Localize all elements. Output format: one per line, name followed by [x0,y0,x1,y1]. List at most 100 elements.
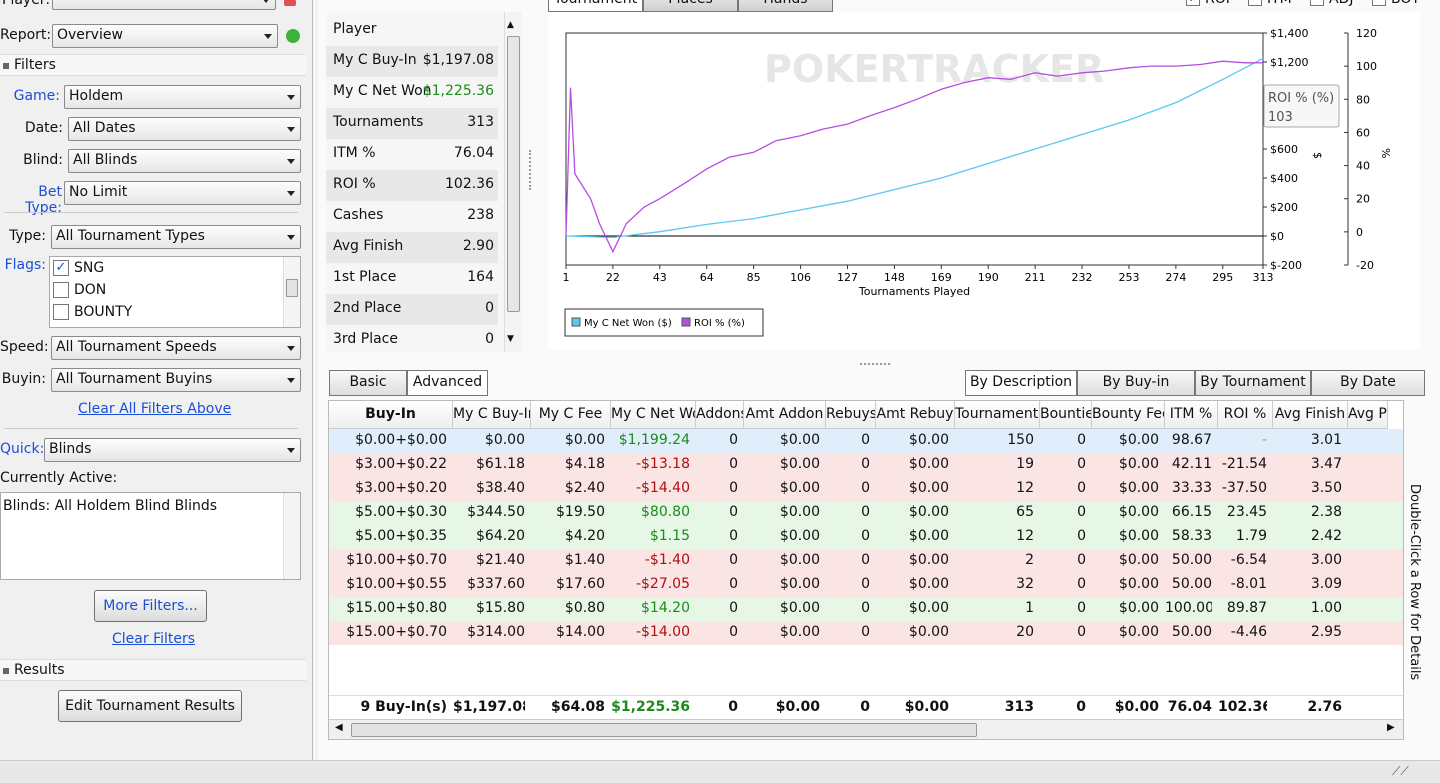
table-cell: 3.47 [1310,456,1342,472]
edit-results-button[interactable]: Edit Tournament Results [58,690,242,722]
column-header[interactable]: ITM % [1165,401,1218,429]
stats-scrollbar[interactable]: ▲ ▼ [504,12,522,352]
blind-dropdown[interactable]: All Blinds [68,149,301,173]
date-dropdown[interactable]: All Dates [68,117,301,141]
table-cell: $0.00+$0.00 [355,432,447,448]
divider [4,212,298,213]
scroll-thumb[interactable] [351,723,977,737]
chart-check-itm[interactable] [1248,0,1262,6]
report-ok-icon[interactable] [286,29,300,43]
by-tab-by-tournament[interactable]: By Tournament [1195,370,1311,396]
chart-check-bot[interactable] [1372,0,1386,6]
table-cell: 0 [1077,528,1086,544]
flag-sng-checkbox[interactable]: ✓ [53,260,69,276]
chart-check-roi[interactable]: ✓ [1186,0,1200,6]
table-row[interactable]: $10.00+$0.70 $21.40 $1.40 -$1.40 0 $0.00 0 $0.0… [329,549,1403,573]
table-row[interactable]: $15.00+$0.80 $15.80 $0.80 $14.20 0 $0.00 0 $0.0… [329,597,1403,621]
by-tab-by-description[interactable]: By Description [965,370,1077,396]
chart-tab-hands[interactable]: Hands [738,0,833,12]
results-section-header[interactable]: Results [0,659,306,681]
game-label[interactable]: Game: [0,88,60,104]
flag-don-checkbox[interactable] [53,282,69,298]
column-header[interactable]: My C Net Won [611,401,696,429]
column-header[interactable]: Addons [696,401,744,429]
table-cell: 2.38 [1310,504,1342,520]
table-cell: 1.00 [1310,600,1342,616]
table-hscrollbar[interactable]: ◀ ▶ [329,719,1403,739]
collapse-icon[interactable] [3,63,9,69]
bettype-dropdown[interactable]: No Limit [64,181,301,205]
flag-bounty-checkbox[interactable] [53,304,69,320]
table-row[interactable]: $10.00+$0.55 $337.60 $17.60 -$27.05 0 $0.00 0 $… [329,573,1403,597]
quick-label[interactable]: Quick: [0,441,44,457]
view-tab-basic[interactable]: Basic [329,370,407,396]
clear-filters-link[interactable]: Clear Filters [112,631,195,647]
filters-section-header[interactable]: Filters [0,54,306,76]
resize-grip-icon[interactable]: ⟋⟋ [1392,764,1409,779]
column-header[interactable]: My C Fee [531,401,611,429]
table-cell: 3.01 [1310,432,1342,448]
x-tick-label: 313 [1253,271,1274,284]
table-cell: $0.00 [908,432,949,448]
player-dropdown[interactable] [52,0,276,10]
table-row[interactable]: $5.00+$0.35 $64.20 $4.20 $1.15 0 $0.00 0 $0.00 1… [329,525,1403,549]
column-header[interactable]: Avg Finish [1273,401,1348,429]
y-left-tick-label: $400 [1270,172,1298,185]
column-header[interactable]: Rebuys [826,401,876,429]
splitter[interactable] [312,0,315,760]
table-row[interactable]: $3.00+$0.20 $38.40 $2.40 -$14.40 0 $0.00 0 $0.0… [329,477,1403,501]
column-header[interactable]: Amt Addon [744,401,826,429]
table-cell: $10.00+$0.55 [346,576,447,592]
totals-cell: $0.00 [904,699,949,715]
scroll-thumb[interactable] [286,279,298,297]
column-header[interactable]: ROI % [1218,401,1273,429]
report-dropdown[interactable]: Overview [52,24,278,48]
table-row[interactable]: $5.00+$0.30 $344.50 $19.50 $80.80 0 $0.00 0 $0.… [329,501,1403,525]
player-alert-icon[interactable] [284,0,296,6]
game-dropdown[interactable]: Holdem [64,85,301,109]
by-tab-by-date[interactable]: By Date [1311,370,1425,396]
column-header[interactable]: Bounties [1040,401,1092,429]
by-tab-by-buy-in[interactable]: By Buy-in [1077,370,1195,396]
scroll-up-icon[interactable]: ▲ [507,20,514,30]
legend-label: ROI % (%) [694,318,745,329]
view-tab-advanced[interactable]: Advanced [407,370,488,396]
flag-bounty-label: BOUNTY [74,304,133,320]
table-cell: $2.40 [564,480,605,496]
column-header[interactable]: My C Buy-In [453,401,531,429]
quick-dropdown[interactable]: Blinds [44,438,301,462]
column-header[interactable]: Avg Place [1348,401,1388,429]
chart-tab-tournament[interactable]: Tournament [548,0,643,12]
table-cell: 58.33 [1171,528,1212,544]
splitter-grip[interactable] [860,363,890,365]
scroll-down-icon[interactable]: ▼ [507,334,514,344]
clear-above-link[interactable]: Clear All Filters Above [78,401,231,417]
column-header[interactable]: Bounty Fee [1092,401,1165,429]
blind-value: All Blinds [73,152,138,168]
column-header[interactable]: Amt Rebuy [876,401,955,429]
column-header[interactable]: Tournaments [955,401,1040,429]
type-dropdown[interactable]: All Tournament Types [51,225,301,249]
flags-scrollbar[interactable] [283,257,300,327]
scroll-right-icon[interactable]: ▶ [1387,722,1395,733]
scroll-thumb[interactable] [507,36,520,312]
speed-dropdown[interactable]: All Tournament Speeds [51,336,301,360]
more-filters-button[interactable]: More Filters... [94,590,207,622]
table-cell: -21.54 [1221,456,1267,472]
chart-tab-places[interactable]: Places [643,0,738,12]
chart-check-adj[interactable] [1310,0,1324,6]
splitter-grip[interactable] [529,150,533,190]
table-cell: 50.00 [1171,576,1212,592]
active-scrollbar[interactable] [283,493,300,579]
table-row[interactable]: $0.00+$0.00 $0.00 $0.00 $1,199.24 0 $0.00 0 $0.… [329,429,1403,453]
table-cell: 0 [1077,504,1086,520]
column-header[interactable]: Buy-In [329,401,453,429]
table-row[interactable]: $3.00+$0.22 $61.18 $4.18 -$13.18 0 $0.00 0 $0.0… [329,453,1403,477]
x-tick-label: 190 [978,271,999,284]
scroll-left-icon[interactable]: ◀ [335,722,343,733]
chart-check-label: ITM [1267,0,1292,7]
table-row[interactable]: $15.00+$0.70 $314.00 $14.00 -$14.00 0 $0.00 0 $… [329,621,1403,645]
flags-label[interactable]: Flags: [0,257,46,273]
collapse-icon[interactable] [3,668,9,674]
buyin-dropdown[interactable]: All Tournament Buyins [51,368,301,392]
